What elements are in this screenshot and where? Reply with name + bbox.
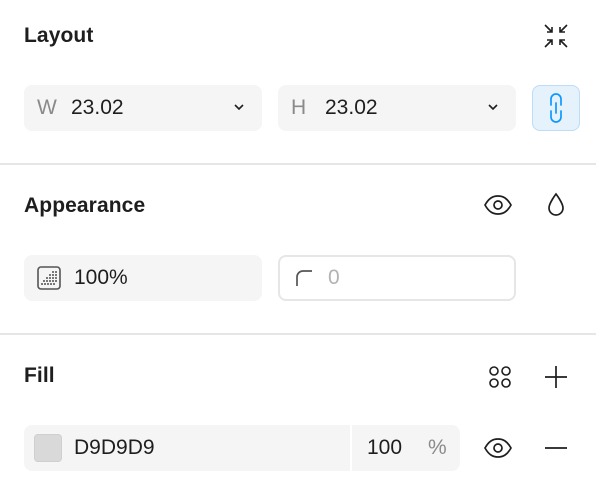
fill-opacity-value[interactable]: 100 (367, 436, 402, 460)
blend-mode-button[interactable] (542, 189, 570, 221)
layout-title: Layout (24, 24, 94, 47)
opacity-icon (37, 266, 61, 290)
constrain-proportions-button[interactable] (532, 85, 580, 131)
add-fill-button[interactable] (540, 361, 572, 393)
drop-icon (548, 192, 564, 216)
chevron-down-icon[interactable] (486, 100, 500, 114)
collapse-layout-button[interactable] (541, 21, 571, 51)
appearance-section: Appearance 100% 0 (0, 165, 596, 334)
plus-icon (545, 366, 567, 388)
field-separator (350, 425, 352, 471)
chevron-down-icon[interactable] (232, 100, 246, 114)
height-label: H (291, 96, 307, 119)
collapse-icon (544, 24, 568, 48)
remove-fill-button[interactable] (540, 432, 572, 464)
corner-radius-icon (296, 270, 312, 286)
color-swatch[interactable] (34, 434, 62, 462)
width-value[interactable]: 23.02 (71, 96, 124, 120)
minus-icon (545, 447, 567, 449)
corner-radius-field[interactable]: 0 (278, 255, 516, 301)
corner-radius-value[interactable]: 0 (328, 266, 340, 290)
styles-grid-icon (489, 366, 511, 388)
height-value[interactable]: 23.02 (325, 96, 378, 120)
fill-title: Fill (24, 364, 55, 387)
fill-section: Fill D9D9D9 100 % (0, 335, 596, 502)
toggle-visibility-button[interactable] (482, 189, 514, 221)
fill-color-field[interactable]: D9D9D9 100 % (24, 425, 460, 471)
width-label: W (37, 96, 57, 119)
width-field[interactable]: W 23.02 (24, 85, 262, 131)
toggle-fill-visibility-button[interactable] (482, 432, 514, 464)
appearance-title: Appearance (24, 194, 146, 217)
fill-opacity-unit: % (428, 436, 447, 459)
fill-hex-value[interactable]: D9D9D9 (74, 436, 314, 460)
fill-styles-button[interactable] (484, 361, 516, 393)
layout-section: Layout W 23.02 H 23.02 (0, 0, 596, 164)
opacity-field[interactable]: 100% (24, 255, 262, 301)
eye-icon (484, 438, 512, 458)
eye-icon (484, 195, 512, 215)
link-icon (550, 93, 562, 123)
height-field[interactable]: H 23.02 (278, 85, 516, 131)
opacity-value[interactable]: 100% (74, 266, 128, 290)
